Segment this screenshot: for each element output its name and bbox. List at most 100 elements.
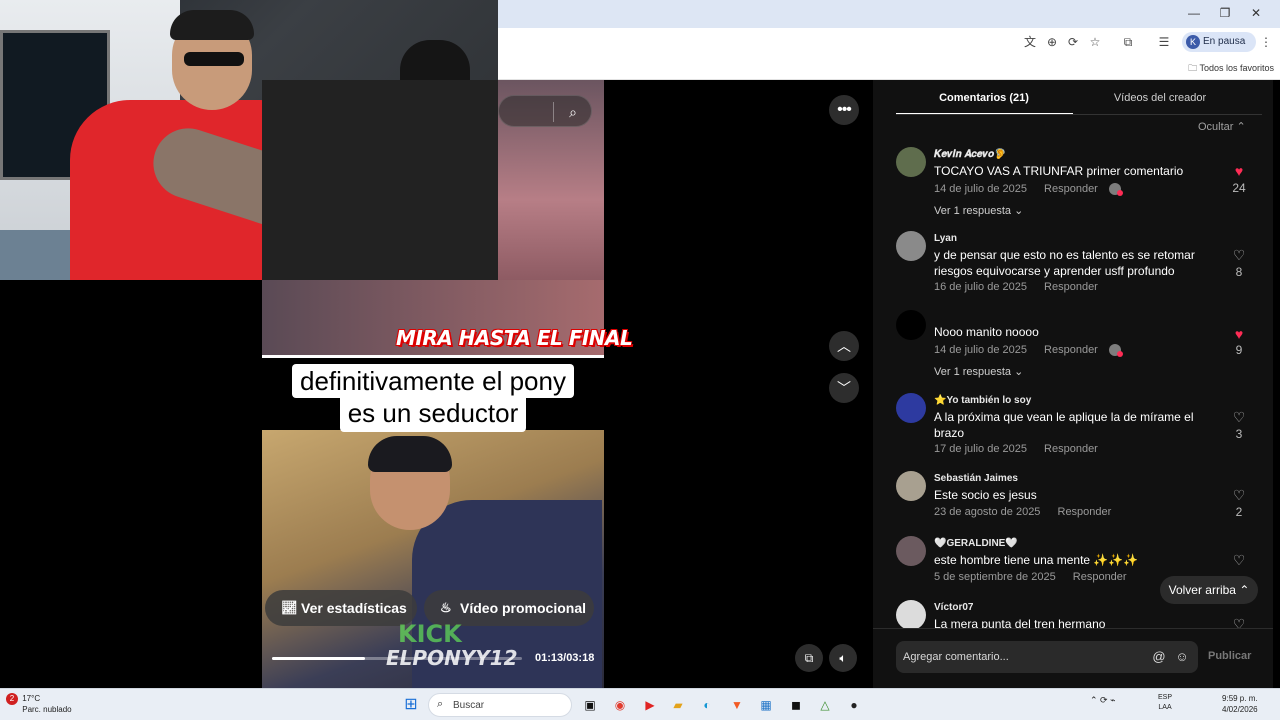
- all-bookmarks-folder[interactable]: 🗀 Todos los favoritos: [1188, 61, 1274, 77]
- composer-divider: [873, 628, 1273, 629]
- weather-widget[interactable]: 2 17°C Parc. nublado: [6, 693, 72, 715]
- comment-date: 14 de julio de 2025: [934, 183, 1027, 195]
- heart-outline-icon[interactable]: ♡: [1227, 616, 1251, 628]
- reply-button[interactable]: Responder: [1044, 281, 1098, 293]
- comment-username[interactable]: Lyan: [934, 233, 957, 244]
- weather-condition: Parc. nublado: [22, 705, 72, 714]
- menu-icon[interactable]: ⋮: [1258, 34, 1274, 50]
- video-search[interactable]: ⌕: [498, 95, 592, 127]
- tab-comments[interactable]: Comentarios (21): [896, 92, 1072, 104]
- view-stats-button[interactable]: 📈︎ Ver estadísticas: [265, 590, 417, 626]
- view-stats-label: Ver estadísticas: [301, 600, 407, 616]
- more-options-button[interactable]: •••: [829, 95, 859, 125]
- weather-text: 17°C Parc. nublado: [22, 693, 71, 715]
- view-replies-button[interactable]: Ver 1 respuesta ⌄: [934, 204, 1023, 217]
- hide-toggle[interactable]: Ocultar ⌃: [1198, 120, 1246, 133]
- emoji-icon[interactable]: ☺: [1174, 649, 1190, 665]
- heart-outline-icon[interactable]: ♡: [1227, 487, 1251, 504]
- media-app-icon[interactable]: ▶: [640, 695, 660, 715]
- reply-button[interactable]: Responder: [1044, 344, 1098, 356]
- reply-button[interactable]: Responder: [1044, 183, 1098, 195]
- reply-button[interactable]: Responder: [1073, 571, 1127, 583]
- comment-username[interactable]: 🤍GERALDINE🤍: [934, 538, 1018, 549]
- avatar[interactable]: [896, 231, 926, 261]
- bookmark-star-icon[interactable]: ☆: [1087, 34, 1103, 50]
- comment-meta: 5 de septiembre de 2025 Responder: [934, 571, 1127, 583]
- picture-in-picture-button[interactable]: ⧉: [795, 644, 823, 672]
- tab-creator-videos[interactable]: Vídeos del creador: [1080, 92, 1240, 104]
- edge-icon[interactable]: ◐: [697, 695, 717, 715]
- system-clock[interactable]: 9:59 p. m. 4/02/2026: [1222, 693, 1258, 715]
- taskbar: 2 17°C Parc. nublado ⊞ ⌕ Buscar ▣ ◉ ▶ ▰ …: [0, 688, 1280, 720]
- avatar[interactable]: [896, 536, 926, 566]
- comment-username[interactable]: ⭐Yo también lo soy: [934, 395, 1031, 406]
- browser-toolbar: 文 ⊕ ⟳ ☆ ⧉ ☰ K En pausa ⋮: [498, 28, 1280, 55]
- like-count: 8: [1235, 265, 1243, 279]
- notification-badge: 2: [6, 693, 18, 705]
- heart-icon[interactable]: ♥: [1227, 326, 1251, 342]
- avatar[interactable]: [896, 600, 926, 628]
- translate-icon[interactable]: 文: [1022, 34, 1038, 50]
- reading-list-icon[interactable]: ☰: [1156, 34, 1172, 50]
- heart-outline-icon[interactable]: ♡: [1227, 552, 1251, 569]
- kick-logo: KICK: [398, 620, 462, 648]
- extensions-icon[interactable]: ⧉: [1120, 34, 1136, 50]
- heart-outline-icon[interactable]: ♡: [1227, 247, 1251, 264]
- heart-outline-icon[interactable]: ♡: [1227, 409, 1251, 426]
- close-button[interactable]: ✕: [1246, 4, 1266, 22]
- taskbar-search[interactable]: ⌕ Buscar: [428, 693, 572, 717]
- comment-username[interactable]: Víctor07: [934, 602, 973, 613]
- comment-date: 5 de septiembre de 2025: [934, 571, 1056, 583]
- heart-icon[interactable]: ♥: [1227, 163, 1251, 179]
- avatar[interactable]: [896, 471, 926, 501]
- creator-liked-icon: [1108, 344, 1123, 358]
- comment-text: Nooo manito noooo: [934, 325, 1039, 339]
- install-icon[interactable]: ⟳: [1065, 34, 1081, 50]
- comment-username[interactable]: Sebastián Jaimes: [934, 473, 1018, 484]
- comment-date: 17 de julio de 2025: [934, 443, 1027, 455]
- next-video-button[interactable]: ﹀: [829, 373, 859, 403]
- system-tray-icons[interactable]: ⌃ ⟳ ⌁: [1090, 695, 1116, 706]
- store-icon[interactable]: ▦: [756, 695, 776, 715]
- obs-icon[interactable]: ●: [844, 695, 864, 715]
- reply-button[interactable]: Responder: [1058, 506, 1112, 518]
- search-icon[interactable]: ⌕: [563, 102, 583, 122]
- clock-date: 4/02/2026: [1222, 705, 1258, 714]
- like-count: 24: [1232, 181, 1246, 195]
- view-replies-button[interactable]: Ver 1 respuesta ⌄: [934, 365, 1023, 378]
- promote-video-label: Vídeo promocional: [460, 600, 587, 616]
- reply-button[interactable]: Responder: [1044, 443, 1098, 455]
- mention-icon[interactable]: @: [1151, 649, 1167, 665]
- maximize-button[interactable]: ❐: [1215, 4, 1235, 22]
- hide-label: Ocultar: [1198, 121, 1234, 133]
- bookmarks-bar: 🗀 Todos los favoritos: [498, 55, 1280, 80]
- publish-button[interactable]: Publicar: [1208, 650, 1251, 662]
- avatar[interactable]: [896, 393, 926, 423]
- minimize-button[interactable]: —: [1184, 4, 1204, 22]
- language-indicator[interactable]: ESP LAA: [1158, 693, 1172, 713]
- file-explorer-icon[interactable]: ▰: [668, 695, 688, 715]
- comment-meta: 23 de agosto de 2025 Responder: [934, 506, 1111, 518]
- like-count: 9: [1235, 343, 1243, 357]
- windows-start-icon[interactable]: ⊞: [401, 695, 421, 715]
- brave-icon[interactable]: ▼: [727, 695, 747, 715]
- volume-button[interactable]: 🔈︎: [829, 644, 857, 672]
- chrome-icon[interactable]: ◉: [610, 695, 630, 715]
- folder-icon: 🗀: [1188, 63, 1198, 73]
- back-to-top-button[interactable]: Volver arriba ⌃: [1160, 576, 1258, 604]
- comment-item: Víctor07 La mera punta del tren hermano …: [896, 600, 1256, 628]
- zoom-icon[interactable]: ⊕: [1044, 34, 1060, 50]
- tradingview-icon[interactable]: ◼: [786, 695, 806, 715]
- task-view-icon[interactable]: ▣: [580, 695, 600, 715]
- video-progress-bar[interactable]: [272, 657, 522, 660]
- video-banner: MIRA HASTA EL FINAL: [396, 326, 633, 350]
- drive-icon[interactable]: △: [815, 695, 835, 715]
- chevron-down-icon: ⌄: [1014, 205, 1024, 217]
- comment-username[interactable]: 𝑲𝒆𝒗𝒊𝒏 𝑨𝒄𝒆𝒗𝒐🦻: [934, 149, 1007, 160]
- avatar[interactable]: [896, 310, 926, 340]
- profile-button[interactable]: K En pausa: [1182, 32, 1256, 52]
- avatar[interactable]: [896, 147, 926, 177]
- previous-video-button[interactable]: ︿: [829, 331, 859, 361]
- search-icon: ⌕: [437, 698, 444, 710]
- comment-text: A la próxima que vean le aplique la de m…: [934, 410, 1194, 440]
